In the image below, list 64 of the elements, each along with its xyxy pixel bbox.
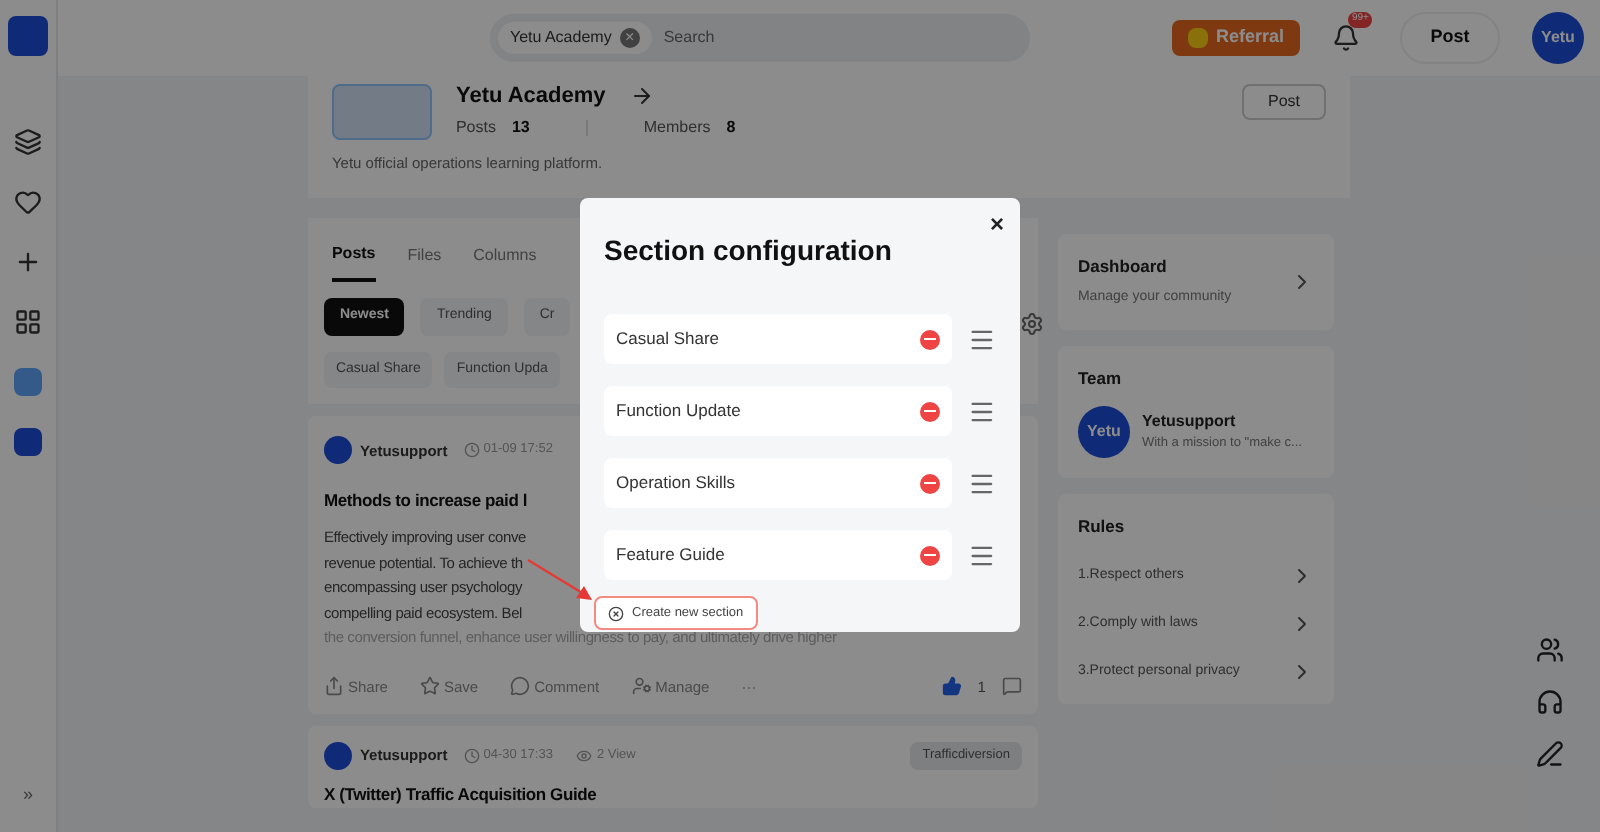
team-avatar[interactable]: Yetu bbox=[1077, 406, 1130, 459]
tab[interactable]: Columns bbox=[473, 242, 537, 283]
grid-icon[interactable] bbox=[13, 308, 42, 336]
drag-handle-icon[interactable] bbox=[968, 397, 996, 425]
arrow-icon[interactable] bbox=[629, 84, 654, 108]
section-name: Casual Share bbox=[616, 326, 720, 352]
bell-icon[interactable] bbox=[1332, 24, 1360, 52]
author-avatar bbox=[323, 436, 352, 465]
community-thumbnail[interactable] bbox=[13, 428, 42, 456]
close-button[interactable]: × bbox=[989, 206, 1004, 242]
clock-icon bbox=[463, 442, 480, 459]
remove-icon[interactable] bbox=[920, 545, 941, 565]
card-title: Team bbox=[1077, 365, 1124, 391]
settings-icon[interactable] bbox=[1020, 312, 1044, 336]
members-count: 8 bbox=[726, 116, 736, 140]
posts-count: 13 bbox=[511, 116, 530, 140]
eye-icon bbox=[576, 747, 593, 764]
comment-icon bbox=[510, 676, 531, 697]
referral-button[interactable]: Referral bbox=[1171, 20, 1300, 56]
post-button[interactable]: Post bbox=[1242, 84, 1326, 120]
section-name: Operation Skills bbox=[616, 470, 736, 496]
card-title: Rules bbox=[1077, 514, 1127, 540]
dialog-title: Section configuration bbox=[604, 232, 894, 270]
headset-icon[interactable] bbox=[1536, 688, 1564, 716]
card-title: Dashboard bbox=[1077, 254, 1169, 280]
section-name: Feature Guide bbox=[616, 542, 725, 568]
section-name: Function Update bbox=[616, 398, 741, 424]
post-title[interactable]: Methods to increase paid l bbox=[323, 488, 528, 514]
drag-handle-icon[interactable] bbox=[968, 541, 996, 569]
reply-icon[interactable] bbox=[1001, 676, 1022, 697]
user-icon bbox=[631, 676, 652, 697]
tab[interactable]: Files bbox=[407, 242, 442, 283]
add-icon[interactable] bbox=[13, 248, 42, 276]
user-avatar[interactable]: Yetu bbox=[1532, 12, 1584, 64]
search-chip: Yetu Academy × bbox=[497, 22, 652, 54]
share-icon bbox=[323, 676, 344, 697]
layers-icon[interactable] bbox=[13, 128, 42, 156]
community-thumbnail bbox=[331, 84, 432, 140]
remove-icon[interactable] bbox=[920, 473, 941, 493]
search-placeholder: Search bbox=[663, 26, 715, 50]
search-field[interactable]: Yetu Academy × Search bbox=[489, 14, 1030, 62]
chip-close-button[interactable]: × bbox=[619, 28, 640, 48]
heart-icon[interactable] bbox=[13, 188, 42, 216]
star-icon bbox=[419, 676, 440, 697]
member-name: Yetusupport bbox=[1141, 410, 1238, 435]
remove-icon[interactable] bbox=[920, 329, 941, 349]
drag-handle-icon[interactable] bbox=[968, 469, 996, 497]
clock-icon bbox=[463, 747, 480, 764]
author-avatar bbox=[323, 741, 352, 770]
edit-icon[interactable] bbox=[1536, 740, 1564, 768]
community-title: Yetu Academy bbox=[455, 84, 606, 108]
drag-handle-icon[interactable] bbox=[968, 325, 996, 353]
arrow-drawing bbox=[524, 556, 596, 604]
post-title[interactable]: X (Twitter) Traffic Acquisition Guide bbox=[323, 781, 597, 807]
posts-label: Posts bbox=[455, 116, 496, 140]
members-label: Members bbox=[643, 116, 711, 140]
expand-button[interactable]: » bbox=[22, 781, 33, 808]
tab[interactable]: Posts bbox=[331, 242, 376, 283]
remove-icon[interactable] bbox=[920, 401, 941, 421]
like-icon[interactable] bbox=[941, 676, 962, 697]
post-button[interactable]: Post bbox=[1400, 12, 1500, 64]
users-icon[interactable] bbox=[1536, 636, 1564, 664]
community-thumbnail[interactable] bbox=[13, 368, 42, 396]
app-logo[interactable] bbox=[7, 16, 48, 56]
